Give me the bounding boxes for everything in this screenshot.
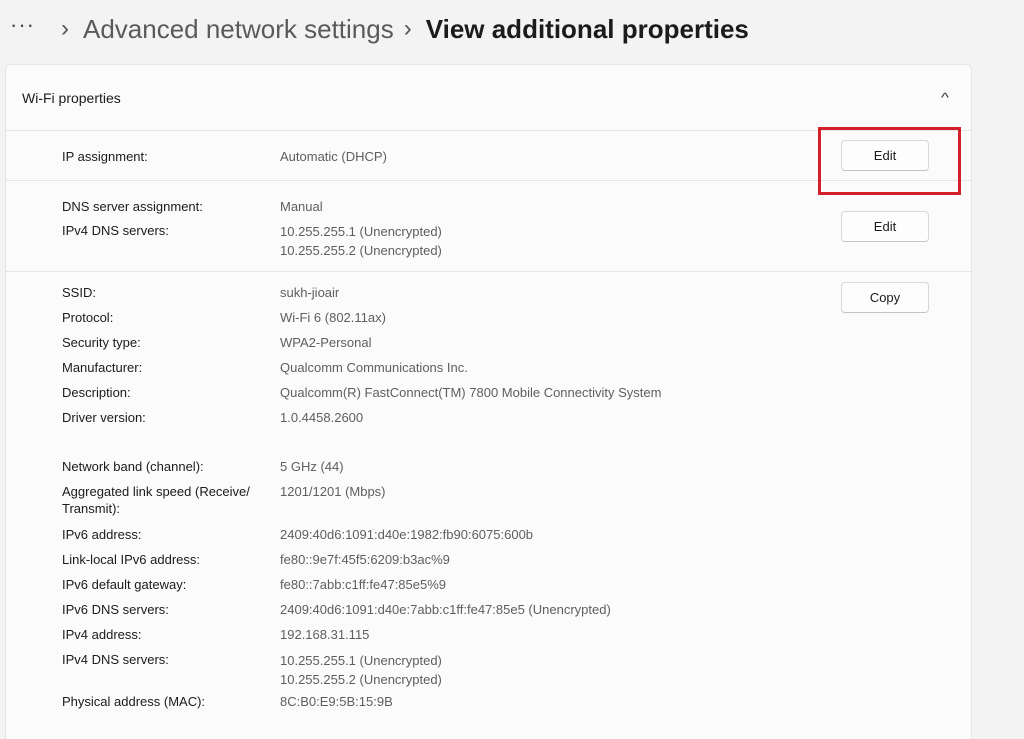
link-local-value: fe80::9e7f:45f5:6209:b3ac%9 bbox=[280, 552, 450, 567]
ipv6-dns-row: IPv6 DNS servers: 2409:40d6:1091:d40e:7a… bbox=[62, 601, 971, 626]
dns-ipv4-row: IPv4 DNS servers: 10.255.255.1 (Unencryp… bbox=[62, 222, 971, 260]
manufacturer-label: Manufacturer: bbox=[62, 360, 143, 375]
ipv4-dns-value-2: 10.255.255.2 (Unencrypted) bbox=[280, 672, 442, 687]
breadcrumb: ··· › Advanced network settings › View a… bbox=[10, 8, 749, 50]
ipv4-label: IPv4 address: bbox=[62, 627, 142, 642]
ipv4-dns-row: IPv4 DNS servers: 10.255.255.1 (Unencryp… bbox=[62, 651, 971, 693]
page-title: View additional properties bbox=[425, 13, 749, 44]
dns-ipv4-value-1: 10.255.255.1 (Unencrypted) bbox=[280, 224, 442, 239]
mac-value: 8C:B0:E9:5B:15:9B bbox=[280, 694, 393, 709]
ipv6-gateway-label: IPv6 default gateway: bbox=[62, 577, 187, 592]
chevron-up-icon[interactable]: ^ bbox=[932, 90, 958, 105]
protocol-value: Wi-Fi 6 (802.11ax) bbox=[280, 310, 386, 325]
mac-row: Physical address (MAC): 8C:B0:E9:5B:15:9… bbox=[62, 693, 971, 718]
protocol-row: Protocol: Wi-Fi 6 (802.11ax) bbox=[62, 309, 971, 334]
ip-assignment-value: Automatic (DHCP) bbox=[280, 149, 387, 164]
properties-section: Copy SSID: sukh-jioair Protocol: Wi-Fi 6… bbox=[6, 272, 971, 718]
ipv4-value: 192.168.31.115 bbox=[280, 627, 370, 642]
copy-button[interactable]: Copy bbox=[841, 282, 929, 313]
dns-ipv4-value-2: 10.255.255.2 (Unencrypted) bbox=[280, 243, 442, 258]
wifi-properties-header[interactable]: Wi-Fi properties ^ bbox=[6, 65, 971, 131]
band-value: 5 GHz (44) bbox=[280, 459, 344, 474]
ipv6-dns-label: IPv6 DNS servers: bbox=[62, 602, 169, 617]
driver-value: 1.0.4458.2600 bbox=[280, 410, 364, 425]
ipv4-dns-value-1: 10.255.255.1 (Unencrypted) bbox=[280, 653, 442, 668]
card-title: Wi-Fi properties bbox=[22, 89, 121, 106]
band-row: Network band (channel): 5 GHz (44) bbox=[62, 458, 971, 483]
ssid-label: SSID: bbox=[62, 285, 96, 300]
breadcrumb-advanced-network-settings[interactable]: Advanced network settings bbox=[83, 14, 394, 45]
ipv6-gateway-value: fe80::7abb:c1ff:fe47:85e5%9 bbox=[280, 577, 447, 592]
ipv6-dns-value: 2409:40d6:1091:d40e:7abb:c1ff:fe47:85e5 … bbox=[280, 602, 611, 617]
mac-label: Physical address (MAC): bbox=[62, 694, 206, 709]
link-speed-label: Aggregated link speed (Receive/ Transmit… bbox=[62, 483, 280, 526]
dns-assignment-label: DNS server assignment: bbox=[62, 199, 203, 214]
link-local-row: Link-local IPv6 address: fe80::9e7f:45f5… bbox=[62, 551, 971, 576]
ssid-row: SSID: sukh-jioair bbox=[62, 284, 971, 309]
ipv4-dns-label: IPv4 DNS servers: bbox=[62, 652, 169, 667]
link-speed-value: 1201/1201 (Mbps) bbox=[280, 484, 386, 499]
dns-ipv4-label: IPv4 DNS servers: bbox=[62, 223, 169, 238]
ipv6-row: IPv6 address: 2409:40d6:1091:d40e:1982:f… bbox=[62, 526, 971, 551]
link-speed-row: Aggregated link speed (Receive/ Transmit… bbox=[62, 483, 971, 526]
manufacturer-value: Qualcomm Communications Inc. bbox=[280, 360, 468, 375]
security-label: Security type: bbox=[62, 335, 141, 350]
description-value: Qualcomm(R) FastConnect(TM) 7800 Mobile … bbox=[280, 385, 662, 400]
link-speed-label-line-2: Transmit): bbox=[62, 501, 121, 516]
link-local-label: Link-local IPv6 address: bbox=[62, 552, 201, 567]
driver-row: Driver version: 1.0.4458.2600 bbox=[62, 409, 971, 458]
security-row: Security type: WPA2-Personal bbox=[62, 334, 971, 359]
ssid-value: sukh-jioair bbox=[280, 285, 340, 300]
protocol-label: Protocol: bbox=[62, 310, 114, 325]
ipv4-row: IPv4 address: 192.168.31.115 bbox=[62, 626, 971, 651]
band-label: Network band (channel): bbox=[62, 459, 204, 474]
description-label: Description: bbox=[62, 385, 131, 400]
chevron-right-icon: › bbox=[403, 15, 412, 42]
dns-assignment-value: Manual bbox=[280, 199, 323, 214]
link-speed-label-line-1: Aggregated link speed (Receive/ bbox=[62, 484, 250, 499]
ipv6-label: IPv6 address: bbox=[62, 527, 142, 542]
more-options-icon[interactable]: ··· bbox=[10, 14, 35, 44]
ipv6-value: 2409:40d6:1091:d40e:1982:fb90:6075:600b bbox=[280, 527, 534, 542]
description-row: Description: Qualcomm(R) FastConnect(TM)… bbox=[62, 384, 971, 409]
chevron-right-icon: › bbox=[60, 15, 69, 42]
security-value: WPA2-Personal bbox=[280, 335, 372, 350]
ip-assignment-label: IP assignment: bbox=[62, 149, 148, 164]
highlight-box bbox=[818, 127, 961, 195]
manufacturer-row: Manufacturer: Qualcomm Communications In… bbox=[62, 359, 971, 384]
dns-edit-button[interactable]: Edit bbox=[841, 211, 929, 242]
ipv6-gateway-row: IPv6 default gateway: fe80::7abb:c1ff:fe… bbox=[62, 576, 971, 601]
driver-label: Driver version: bbox=[62, 410, 146, 425]
